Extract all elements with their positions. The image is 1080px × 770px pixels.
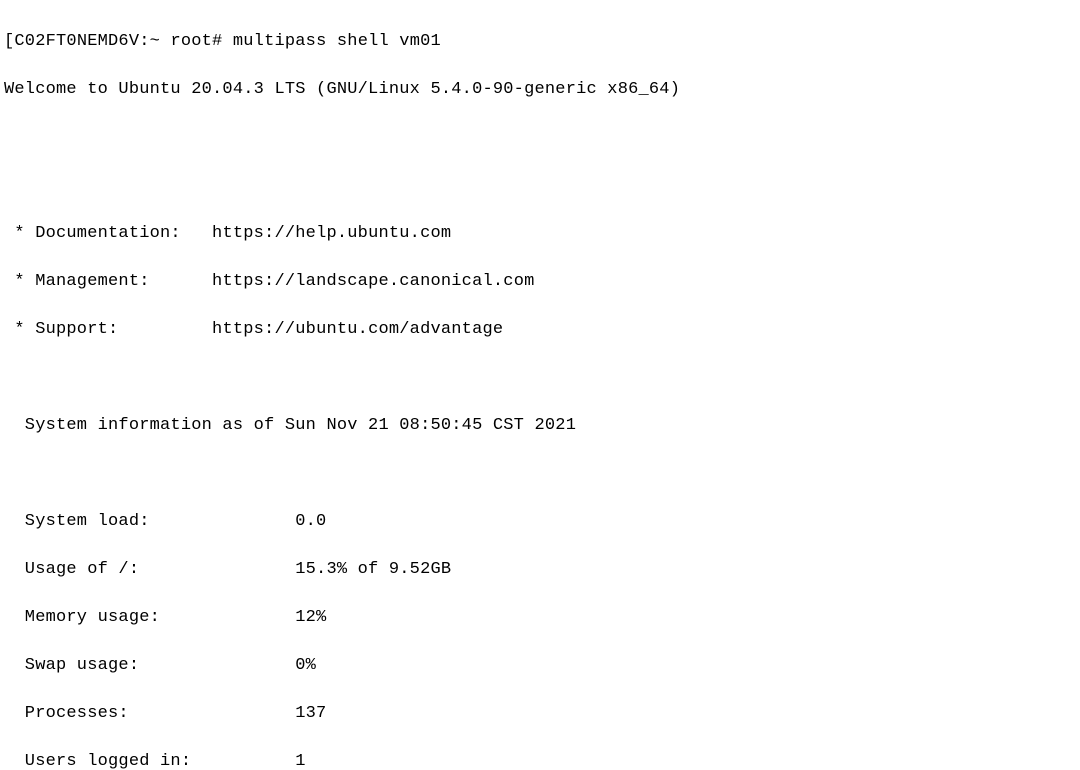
sys-mem-value: 12% [295,608,326,627]
sys-load-label: System load: [4,512,295,531]
sys-usage-label: Usage of /: [4,560,295,579]
support-label: * Support: [4,320,212,339]
sys-proc-label: Processes: [4,704,295,723]
sys-usage-value: 15.3% of 9.52GB [295,560,451,579]
mgmt-line: * Management: https://landscape.canonica… [4,270,1080,294]
sys-users-value: 1 [295,752,305,770]
doc-label: * Documentation: [4,224,212,243]
doc-line: * Documentation: https://help.ubuntu.com [4,222,1080,246]
blank-line [4,366,1080,390]
sys-proc-value: 137 [295,704,326,723]
support-line: * Support: https://ubuntu.com/advantage [4,318,1080,342]
blank-line [4,462,1080,486]
sys-load-value: 0.0 [295,512,326,531]
sys-mem-label: Memory usage: [4,608,295,627]
sys-mem: Memory usage: 12% [4,606,1080,630]
blank-line [4,174,1080,198]
sys-load: System load: 0.0 [4,510,1080,534]
sys-swap-label: Swap usage: [4,656,295,675]
bracket: [ [4,32,14,51]
hostname: C02FT0NEMD6V [14,32,139,51]
sys-users: Users logged in: 1 [4,750,1080,770]
mgmt-url: https://landscape.canonical.com [212,272,534,291]
sysinfo-header: System information as of Sun Nov 21 08:5… [4,414,1080,438]
host-prompt-line: [C02FT0NEMD6V:~ root# multipass shell vm… [4,30,1080,54]
host-user: root# [170,32,222,51]
sys-swap: Swap usage: 0% [4,654,1080,678]
welcome-line: Welcome to Ubuntu 20.04.3 LTS (GNU/Linux… [4,78,1080,102]
host-path: ~ [150,32,160,51]
doc-url: https://help.ubuntu.com [212,224,451,243]
sys-swap-value: 0% [295,656,316,675]
blank-line [4,126,1080,150]
sys-users-label: Users logged in: [4,752,295,770]
support-url: https://ubuntu.com/advantage [212,320,503,339]
colon: : [139,32,149,51]
mgmt-label: * Management: [4,272,212,291]
sys-proc: Processes: 137 [4,702,1080,726]
command-text: multipass shell vm01 [233,32,441,51]
sys-usage: Usage of /: 15.3% of 9.52GB [4,558,1080,582]
terminal-output[interactable]: [C02FT0NEMD6V:~ root# multipass shell vm… [0,0,1080,770]
